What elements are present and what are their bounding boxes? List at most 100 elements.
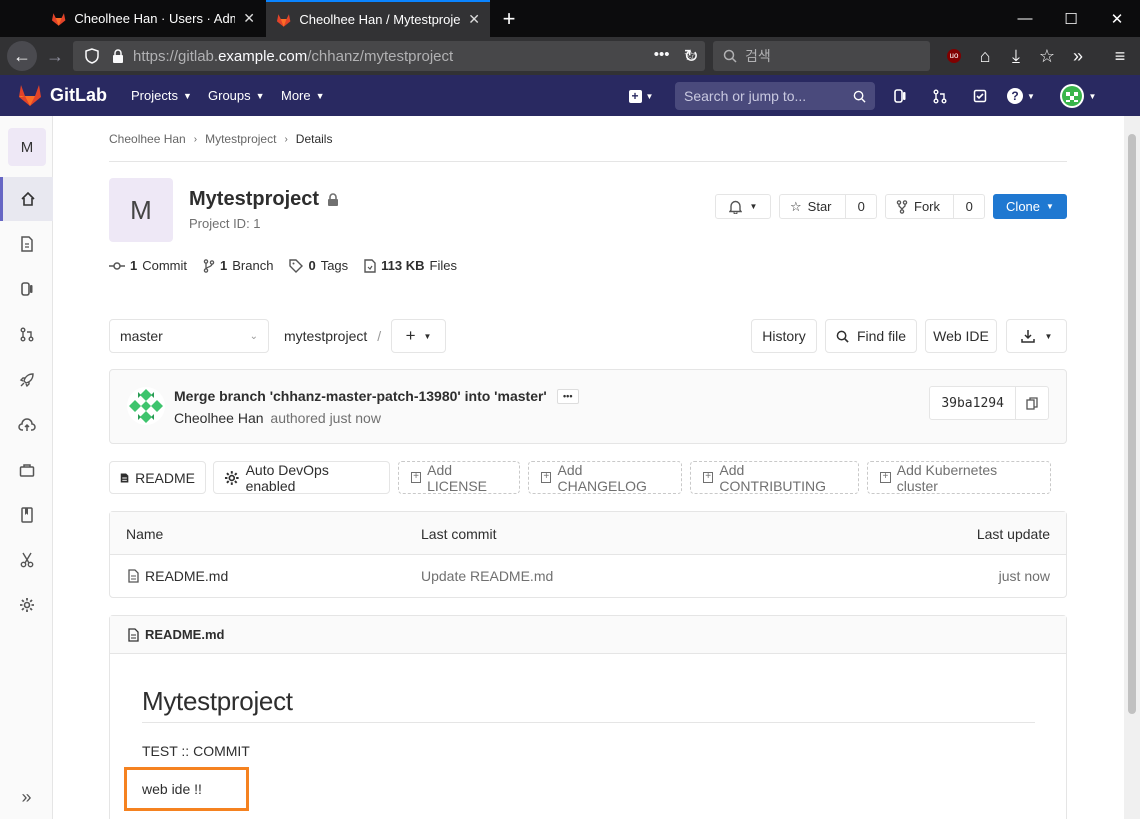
browser-tab-users[interactable]: Cheolhee Han · Users · Admin Area · GitL… <box>41 0 265 37</box>
star-button[interactable]: ☆ Star 0 <box>779 194 877 219</box>
stat-branches[interactable]: 1 Branch <box>203 258 273 273</box>
browser-nav-bar: ← → https://gitlab. example.com/chhanz/my… <box>0 37 1140 75</box>
notification-button[interactable]: ▼ <box>715 194 771 219</box>
download-icon[interactable]: ⤓ <box>1001 41 1031 71</box>
sidebar-item-packages[interactable] <box>0 448 53 492</box>
readme-file-name[interactable]: README.md <box>145 627 224 642</box>
chevron-down-icon: ▼ <box>423 331 432 341</box>
back-arrow-icon[interactable]: ← <box>7 41 37 71</box>
close-tab-icon[interactable]: ✕ <box>243 10 255 27</box>
file-last-commit[interactable]: Update README.md <box>421 568 553 584</box>
close-tab-icon[interactable]: ✕ <box>468 11 480 28</box>
url-bar[interactable]: https://gitlab. example.com/chhanz/mytest… <box>73 41 705 71</box>
history-button[interactable]: History <box>751 319 817 353</box>
maximize-icon[interactable]: ☐ <box>1048 0 1094 37</box>
shield-icon[interactable] <box>85 48 99 64</box>
new-tab-icon[interactable]: + <box>496 6 522 32</box>
add-contributing-button[interactable]: + Add CONTRIBUTING <box>690 461 859 494</box>
help-icon[interactable]: ? ▼ <box>1004 83 1038 109</box>
clone-button[interactable]: Clone ▼ <box>993 194 1067 219</box>
sidebar-item-repository[interactable] <box>0 222 53 266</box>
sidebar-item-operations[interactable] <box>0 403 53 447</box>
download-icon <box>1020 330 1035 343</box>
close-window-icon[interactable]: ✕ <box>1094 0 1140 37</box>
sidebar-item-ci-cd[interactable] <box>0 358 53 402</box>
repo-path-separator: / <box>377 328 382 344</box>
home-icon[interactable]: ⌂ <box>970 41 1000 71</box>
chevron-down-icon: ▼ <box>749 202 758 211</box>
ublock-icon[interactable]: uo <box>939 41 969 71</box>
sidebar-item-project-overview[interactable] <box>0 177 53 221</box>
stat-commits[interactable]: 1 Commit <box>109 258 187 273</box>
new-item-plus-icon[interactable]: + ▼ <box>624 83 658 109</box>
add-file-dropdown[interactable]: + ▼ <box>391 319 446 353</box>
add-changelog-button[interactable]: + Add CHANGELOG <box>528 461 682 494</box>
page-actions-icon[interactable]: ••• <box>654 46 670 64</box>
commit-message[interactable]: Merge branch 'chhanz-master-patch-13980'… <box>174 388 547 404</box>
breadcrumb-project[interactable]: Mytestproject <box>205 132 276 146</box>
fork-count[interactable]: 0 <box>953 195 984 218</box>
column-header-name: Name <box>126 526 164 542</box>
breadcrumb: Cheolhee Han › Mytestproject › Details <box>109 132 332 146</box>
user-avatar[interactable]: ▼ <box>1056 83 1100 109</box>
sidebar-item-snippets[interactable] <box>0 538 53 582</box>
branch-select[interactable]: master ⌄ <box>109 319 269 353</box>
browser-tab-project[interactable]: Cheolhee Han / Mytestproject · GitLab ✕ <box>266 0 490 37</box>
sidebar-project-avatar[interactable]: M <box>8 128 46 166</box>
sidebar-item-settings[interactable] <box>0 583 53 627</box>
find-file-button[interactable]: Find file <box>825 319 917 353</box>
copy-sha-button[interactable] <box>1015 387 1048 419</box>
download-dropdown[interactable]: ▼ <box>1006 319 1067 353</box>
overflow-chevrons-icon[interactable]: » <box>1063 41 1093 71</box>
issues-icon[interactable] <box>887 83 913 109</box>
gitlab-search-input[interactable]: Search or jump to... <box>675 82 875 110</box>
minimize-icon[interactable]: — <box>1002 0 1048 37</box>
stat-tags[interactable]: 0 Tags <box>289 258 348 273</box>
nav-groups[interactable]: Groups ▼ <box>208 75 265 116</box>
sidebar-item-issues[interactable] <box>0 267 53 311</box>
star-count[interactable]: 0 <box>845 195 876 218</box>
expand-ellipsis-button[interactable]: ••• <box>556 388 579 404</box>
commit-author-avatar[interactable] <box>127 387 165 425</box>
book-icon <box>20 507 33 523</box>
sidebar-item-wiki[interactable] <box>0 493 53 537</box>
reload-icon[interactable]: ↻ <box>676 41 706 71</box>
bookmarks-icon[interactable]: ☆ <box>1032 41 1062 71</box>
stat-files[interactable]: 113 KB Files <box>364 258 457 273</box>
todos-icon[interactable] <box>967 83 993 109</box>
table-row[interactable]: README.md Update README.md just now <box>110 555 1066 598</box>
file-name-cell[interactable]: README.md <box>128 568 228 584</box>
bell-icon <box>728 200 742 214</box>
auto-devops-button[interactable]: Auto DevOps enabled <box>213 461 390 494</box>
stat-commits-label: Commit <box>142 258 188 273</box>
gitlab-logo[interactable]: GitLab <box>18 84 107 106</box>
hamburger-menu-icon[interactable]: ≡ <box>1105 41 1135 71</box>
nav-more[interactable]: More ▼ <box>281 75 325 116</box>
chevron-down-icon: ▼ <box>182 90 192 101</box>
chevron-down-icon: ▼ <box>255 90 265 101</box>
add-kubernetes-button[interactable]: + Add Kubernetes cluster <box>867 461 1051 494</box>
readme-button[interactable]: README <box>109 461 206 494</box>
sidebar-item-merge-requests[interactable] <box>0 312 53 356</box>
breadcrumb-current[interactable]: Details <box>296 132 333 146</box>
stat-files-label: Files <box>429 258 457 273</box>
nav-projects[interactable]: Projects ▼ <box>131 75 192 116</box>
page-scrollbar[interactable] <box>1124 116 1140 819</box>
stat-files-size: 113 KB <box>381 258 425 273</box>
scrollbar-thumb[interactable] <box>1128 134 1136 714</box>
commit-sha[interactable]: 39ba1294 <box>930 387 1015 419</box>
breadcrumb-user[interactable]: Cheolhee Han <box>109 132 186 146</box>
add-license-button[interactable]: + Add LICENSE <box>398 461 520 494</box>
lock-icon[interactable] <box>111 48 125 64</box>
commit-author-name[interactable]: Cheolhee Han <box>174 410 264 426</box>
collapse-sidebar-icon[interactable]: » <box>0 776 53 819</box>
web-ide-button[interactable]: Web IDE <box>925 319 997 353</box>
forward-arrow-icon[interactable]: → <box>40 41 70 71</box>
readme-header: README.md <box>110 616 1066 654</box>
history-label: History <box>762 328 806 344</box>
merge-requests-icon[interactable] <box>927 83 953 109</box>
repo-path-root[interactable]: mytestproject <box>284 328 367 344</box>
browser-search-input[interactable]: 검색 <box>713 41 930 71</box>
web-ide-label: Web IDE <box>933 328 989 344</box>
fork-button[interactable]: Fork 0 <box>885 194 985 219</box>
